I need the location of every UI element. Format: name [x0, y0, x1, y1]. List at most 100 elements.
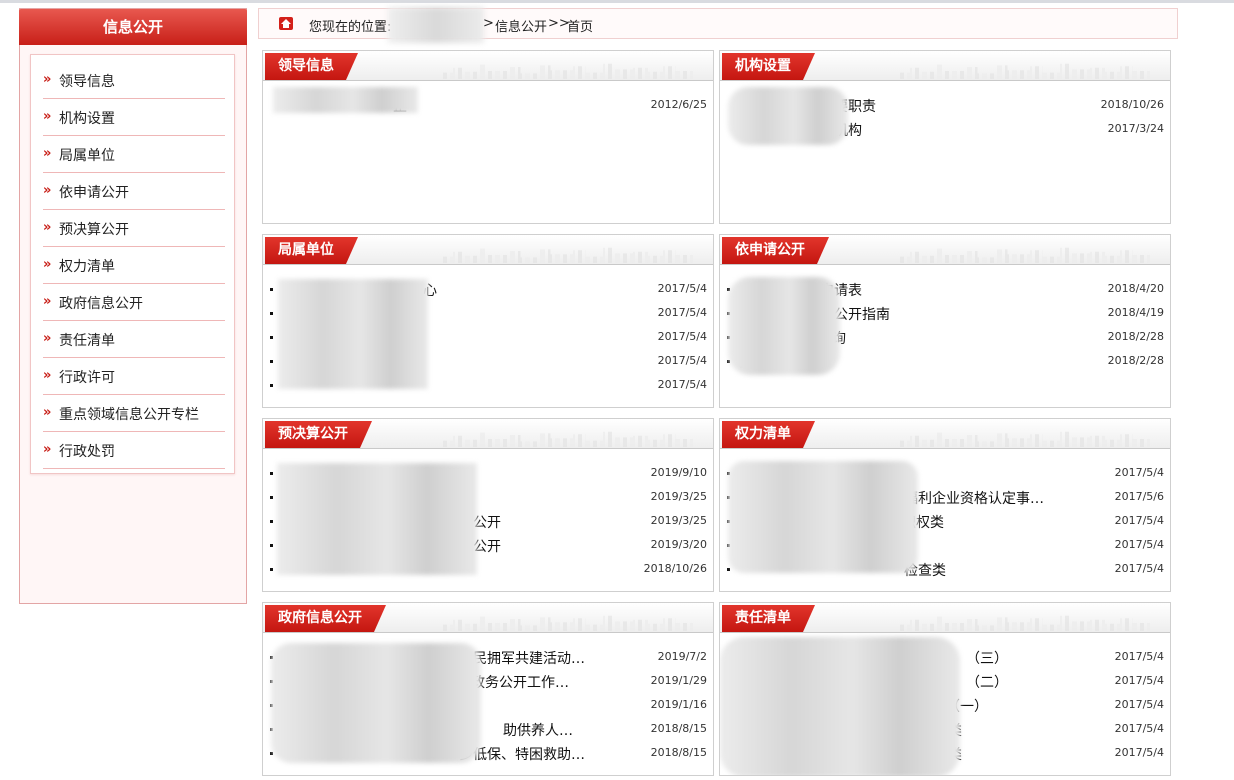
item-title[interactable]: 多低保、特困救助…: [459, 744, 599, 764]
panel-title[interactable]: 预决算公开: [265, 421, 372, 448]
item-title[interactable]: 开: [281, 696, 321, 716]
sidebar-item-subordinate-units[interactable]: » 局属单位: [43, 136, 225, 173]
item-date: 2017/5/4: [1114, 562, 1164, 575]
list-item[interactable]: 2017/5/4: [263, 326, 713, 348]
bullet-icon: [727, 752, 730, 755]
item-date: 2019/9/10: [650, 466, 707, 479]
panel-header: 机构设置: [720, 51, 1170, 81]
item-title[interactable]: 设机构: [820, 120, 1020, 140]
panel-title[interactable]: 领导信息: [265, 53, 358, 80]
item-date: 2017/5/4: [1114, 722, 1164, 735]
item-title[interactable]: 助供养人…: [503, 720, 603, 740]
item-title[interactable]: （二）: [966, 672, 1046, 692]
list-item[interactable]: 2017/5/4: [263, 374, 713, 396]
list-item[interactable]: 类 2017/5/4: [720, 742, 1170, 764]
item-title[interactable]: 类: [948, 744, 1008, 764]
sidebar-item-label: 权力清单: [59, 259, 115, 275]
list-item[interactable]: 公开查询 2018/2/28: [720, 326, 1170, 348]
list-item[interactable]: 开 2019/1/16: [263, 694, 713, 716]
chevron-right-icon: »: [43, 294, 52, 309]
bullet-icon: [727, 496, 730, 499]
item-title[interactable]: 务公开指南: [820, 304, 1020, 324]
breadcrumb-link-info-disclosure[interactable]: 信息公开: [495, 16, 547, 35]
item-title[interactable]: 局行政职权目录: [806, 464, 1046, 484]
item-title[interactable]: 力清单确认类: [820, 536, 1040, 556]
item-title[interactable]: 心: [423, 280, 463, 300]
bullet-icon: [270, 520, 273, 523]
list-item[interactable]: 公开 2019/3/25: [263, 510, 713, 532]
item-date: 2017/5/4: [1114, 514, 1164, 527]
sidebar-item-key-areas[interactable]: » 重点领域信息公开专栏: [43, 395, 225, 432]
list-item[interactable]: 认类 2017/5/4: [720, 718, 1170, 740]
sidebar-item-responsibility-list[interactable]: » 责任清单: [43, 321, 225, 358]
chevron-right-icon: »: [43, 220, 52, 235]
item-title[interactable]: 民拥军共建活动…: [473, 648, 603, 668]
bullet-icon: [727, 728, 730, 731]
item-title[interactable]: 好取消福利企业资格认定事…: [862, 488, 1062, 508]
sidebar-item-leadership[interactable]: » 领导信息: [43, 62, 225, 99]
list-item[interactable]: 申请表 2018/4/20: [720, 278, 1170, 300]
bullet-icon: [727, 568, 730, 571]
item-title[interactable]: 公开: [473, 536, 533, 556]
list-item[interactable]: 助供养人… 2018/8/15: [263, 718, 713, 740]
chevron-right-icon: »: [43, 405, 52, 420]
item-title[interactable]: 信: [738, 352, 778, 372]
list-item[interactable]: 设机构 2017/3/24: [720, 118, 1170, 140]
item-title[interactable]: 年度政府信息与政务公开工作…: [373, 672, 593, 692]
list-item[interactable]: 务公开指南 2018/4/19: [720, 302, 1170, 324]
list-item[interactable]: 信 2018/2/28: [720, 350, 1170, 372]
sidebar-item-organization[interactable]: » 机构设置: [43, 99, 225, 136]
list-item[interactable]: 局行政职权目录 2017/5/4: [720, 462, 1170, 484]
item-title[interactable]: 公开查询: [790, 328, 990, 348]
sidebar-item-gov-info[interactable]: » 政府信息公开: [43, 284, 225, 321]
list-item[interactable]: 公开 2019/3/20: [263, 534, 713, 556]
list-item[interactable]: 2017/5/4: [263, 350, 713, 372]
list-item[interactable]: 年度政府信息与政务公开工作… 2019/1/29: [263, 670, 713, 692]
panel-title[interactable]: 权力清单: [722, 421, 815, 448]
list-item[interactable]: （二） 2017/5/4: [720, 670, 1170, 692]
bullet-icon: [727, 312, 730, 315]
list-item[interactable]: 2017/5/4: [263, 302, 713, 324]
item-title[interactable]: 申请表: [820, 280, 1020, 300]
panel-title[interactable]: 机构设置: [722, 53, 815, 80]
list-item[interactable]: 心 2017/5/4: [263, 278, 713, 300]
panel-list: 开 2019/9/10 2019/3/25 公开 2019/3/25 公开 2019/…: [263, 449, 713, 591]
sidebar-item-label: 行政处罚: [59, 444, 115, 460]
item-title[interactable]: 正: [393, 96, 453, 116]
list-item[interactable]: 多低保、特困救助… 2018/8/15: [263, 742, 713, 764]
list-item[interactable]: 开 2019/9/10: [263, 462, 713, 484]
sidebar: 信息公开 » 领导信息 » 机构设置 » 局属单位 » 依申请公开 » 预决算公开 » 权力…: [19, 8, 247, 604]
list-item[interactable]: 主要职责 2018/10/26: [720, 94, 1170, 116]
sidebar-item-admin-penalty[interactable]: » 行政处罚: [43, 432, 225, 469]
sidebar-item-on-request[interactable]: » 依申请公开: [43, 173, 225, 210]
sidebar-item-budget[interactable]: » 预决算公开: [43, 210, 225, 247]
item-title[interactable]: 职权类（一）: [904, 696, 1044, 716]
home-icon[interactable]: [279, 17, 293, 30]
item-title[interactable]: 清单一其他职权类: [832, 512, 1052, 532]
item-title[interactable]: 公开: [473, 512, 533, 532]
item-title[interactable]: （三）: [966, 648, 1046, 668]
item-title[interactable]: 检查类: [904, 560, 1024, 580]
breadcrumb-current-home[interactable]: 首页: [567, 16, 593, 35]
panel-title[interactable]: 责任清单: [722, 605, 815, 632]
list-item[interactable]: 2018/10/26: [263, 558, 713, 580]
sidebar-item-power-list[interactable]: » 权力清单: [43, 247, 225, 284]
sidebar-item-admin-license[interactable]: » 行政许可: [43, 358, 225, 395]
panel-title[interactable]: 政府信息公开: [265, 605, 386, 632]
skyline-decoration: [900, 615, 1150, 631]
item-title[interactable]: 开: [446, 464, 486, 484]
list-item[interactable]: （三） 2017/5/4: [720, 646, 1170, 668]
item-date: 2017/5/4: [1114, 538, 1164, 551]
list-item[interactable]: 职权类（一） 2017/5/4: [720, 694, 1170, 716]
panel-title[interactable]: 依申请公开: [722, 237, 829, 264]
list-item[interactable]: 清单一其他职权类 2017/5/4: [720, 510, 1170, 532]
list-item[interactable]: 好取消福利企业资格认定事… 2017/5/6: [720, 486, 1170, 508]
list-item[interactable]: 力清单确认类 2017/5/4: [720, 534, 1170, 556]
list-item[interactable]: 正 2012/6/25: [263, 94, 713, 116]
list-item[interactable]: 检查类 2017/5/4: [720, 558, 1170, 580]
item-title[interactable]: 主要职责: [820, 96, 1020, 116]
item-title[interactable]: 认类: [934, 720, 1034, 740]
list-item[interactable]: 2019/3/25: [263, 486, 713, 508]
panel-title[interactable]: 局属单位: [265, 237, 358, 264]
list-item[interactable]: 民拥军共建活动… 2019/7/2: [263, 646, 713, 668]
